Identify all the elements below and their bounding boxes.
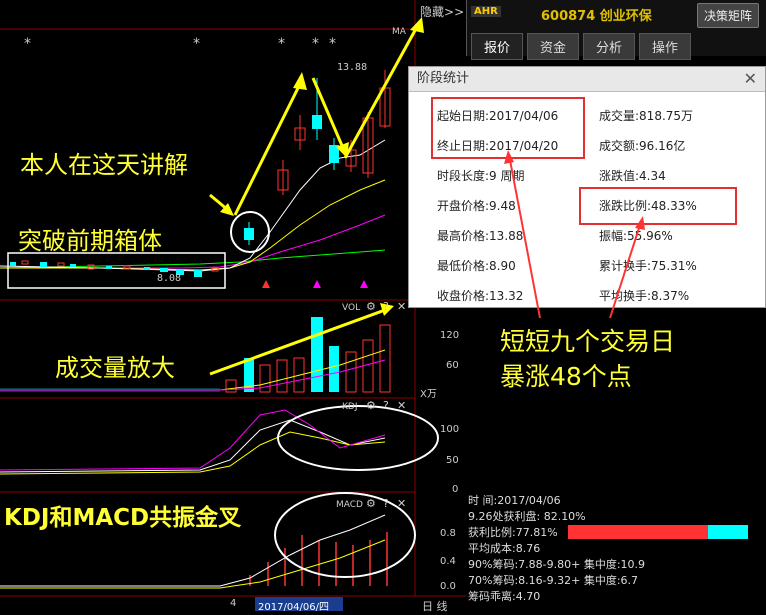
annotation-surge-line2: 暴涨48个点 [500,362,632,391]
profit-bar-fill [568,525,709,539]
loss-bar-fill [708,525,748,539]
chip-90: 90%筹码:7.88-9.80+ 集中度:10.9 [468,558,646,571]
chip-avg-cost: 平均成本:8.76 [468,542,541,555]
chip-deviation: 筹码乖离:4.70 [468,590,541,603]
chip-profit-price: 9.26处获利盘: 82.10% [468,510,586,523]
chip-profit-ratio: 获利比例:77.81% [468,526,558,539]
annotation-surge-line1: 短短九个交易日 [500,327,676,356]
profit-ratio-bar [568,525,748,539]
chip-info-panel: 时 间:2017/04/06 9.26处获利盘: 82.10% 获利比例:77.… [468,492,764,610]
chip-time: 时 间:2017/04/06 [468,494,561,507]
chip-70: 70%筹码:8.16-9.32+ 集中度:6.7 [468,574,639,587]
